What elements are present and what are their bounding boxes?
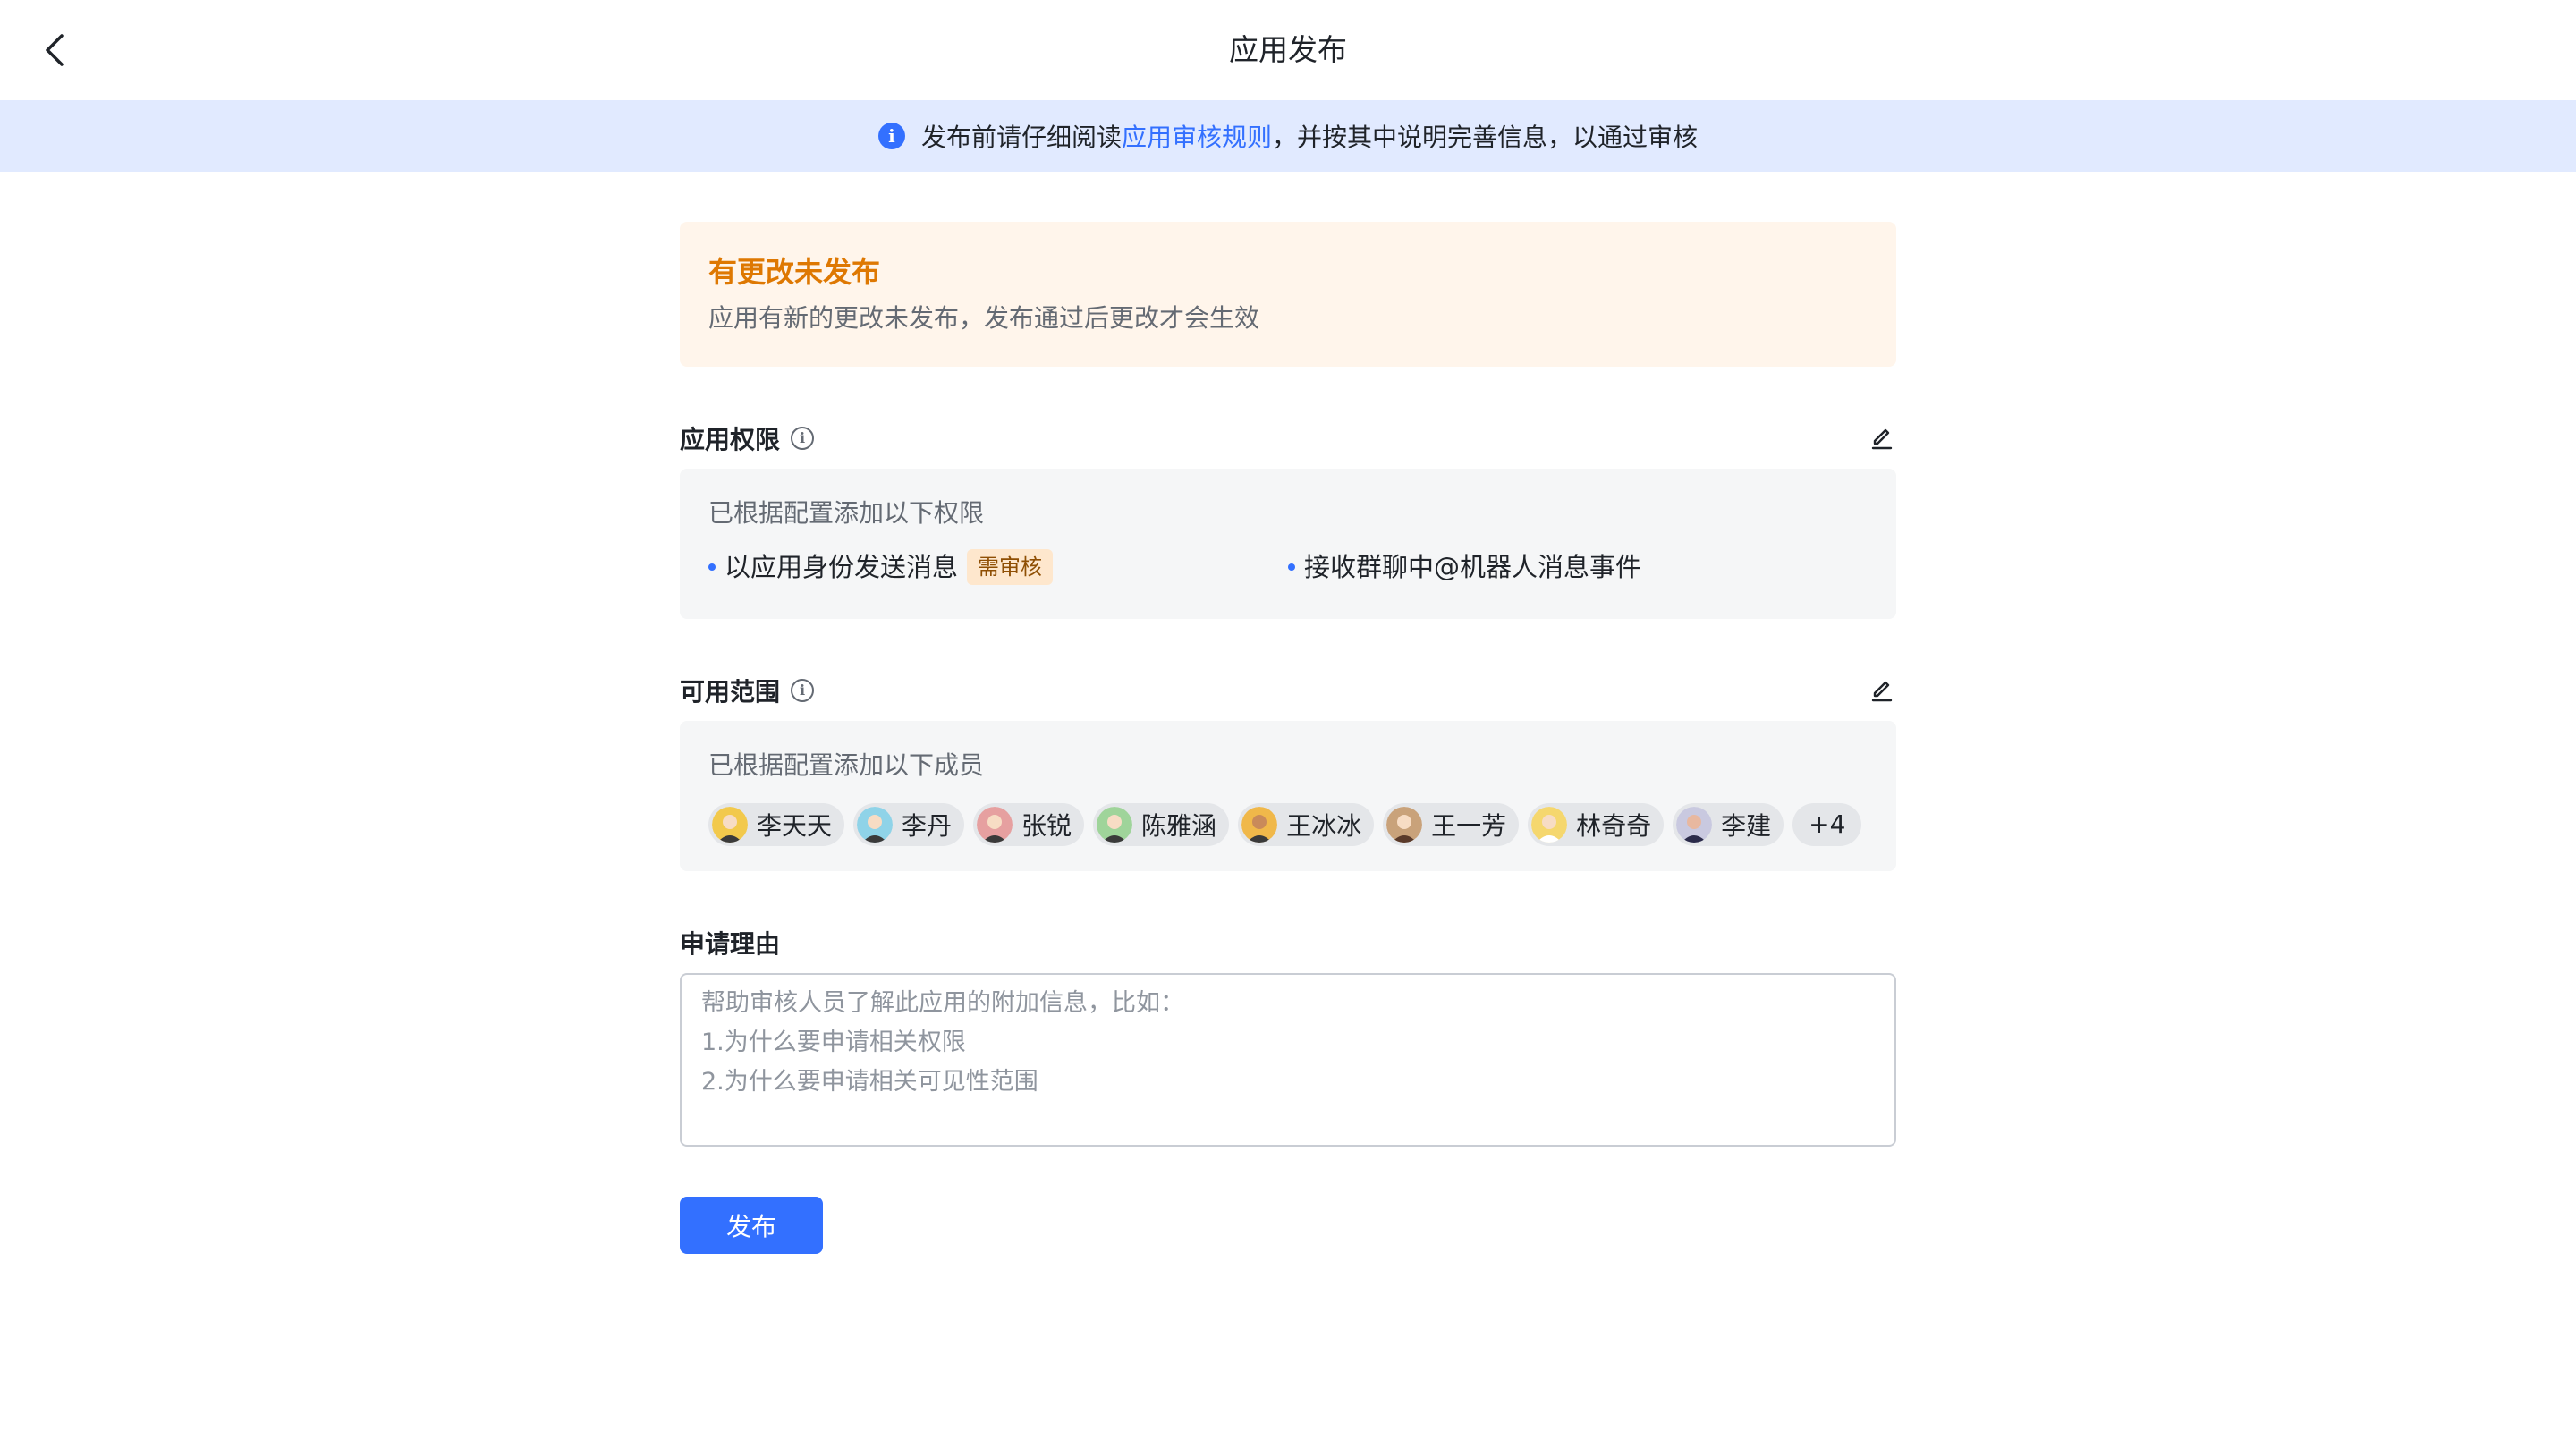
member-name: 王一芳 — [1431, 811, 1507, 841]
reason-header: 申请理由 — [680, 923, 1896, 962]
member-name: 张锐 — [1021, 811, 1072, 841]
top-bar: 应用发布 — [0, 0, 2576, 100]
member-name: 王冰冰 — [1286, 811, 1362, 841]
avatar — [1386, 807, 1423, 843]
review-rules-link[interactable]: 应用审核规则 — [1122, 118, 1272, 154]
avatar — [977, 807, 1013, 843]
member-name: 陈雅涵 — [1141, 811, 1217, 841]
permissions-list: 以应用身份发送消息 需审核 接收群聊中@机器人消息事件 — [708, 531, 1868, 596]
scope-panel: 已根据配置添加以下成员 李天天 李丹 张锐 陈雅涵 王冰冰 王一芳 林奇奇 李建… — [680, 721, 1896, 871]
avatar — [1676, 807, 1713, 843]
more-members-chip[interactable]: +4 — [1792, 803, 1862, 846]
permission-item: 接收群聊中@机器人消息事件 — [1288, 547, 1641, 587]
permissions-panel: 已根据配置添加以下权限 以应用身份发送消息 需审核 接收群聊中@机器人消息事件 — [680, 469, 1896, 619]
alert-title: 有更改未发布 — [708, 255, 881, 289]
edit-permissions-icon[interactable] — [1868, 424, 1896, 453]
member-name: 林奇奇 — [1576, 811, 1652, 841]
info-icon: i — [877, 123, 905, 149]
scope-caption: 已根据配置添加以下成员 — [708, 750, 985, 780]
publish-button[interactable]: 发布 — [680, 1197, 823, 1254]
avatar — [1097, 807, 1133, 843]
permissions-caption: 已根据配置添加以下权限 — [708, 498, 985, 528]
member-name: 李建 — [1721, 811, 1772, 841]
member-chip[interactable]: 王冰冰 — [1238, 803, 1375, 846]
notice-suffix: ，并按其中说明完善信息，以通过审核 — [1272, 123, 1699, 152]
member-chip[interactable]: 陈雅涵 — [1093, 803, 1230, 846]
member-chip[interactable]: 李建 — [1673, 803, 1784, 846]
bullet-dot — [708, 563, 716, 571]
member-list: 李天天 李丹 张锐 陈雅涵 王冰冰 王一芳 林奇奇 李建 +4 — [708, 801, 1868, 848]
notice-prefix: 发布前请仔细阅读 — [920, 123, 1122, 152]
permissions-header: 应用权限 i — [680, 419, 1896, 458]
main-content: 有更改未发布 应用有新的更改未发布，发布通过后更改才会生效 应用权限 i 已根据… — [680, 222, 1896, 1254]
member-name: 李丹 — [902, 811, 953, 841]
avatar — [1531, 807, 1568, 843]
member-chip[interactable]: 李丹 — [853, 803, 965, 846]
avatar — [1241, 807, 1278, 843]
permissions-label: 应用权限 — [680, 425, 781, 454]
reason-field-wrapper — [680, 973, 1896, 1147]
scope-label: 可用范围 — [680, 677, 781, 707]
page-title: 应用发布 — [1229, 32, 1347, 67]
member-chip[interactable]: 王一芳 — [1383, 803, 1520, 846]
bullet-dot — [1288, 563, 1295, 571]
permission-text: 接收群聊中@机器人消息事件 — [1304, 552, 1642, 582]
member-name: 李天天 — [757, 811, 833, 841]
avatar — [712, 807, 748, 843]
permission-item: 以应用身份发送消息 需审核 — [708, 547, 1054, 587]
scope-header: 可用范围 i — [680, 671, 1896, 710]
edit-scope-icon[interactable] — [1868, 676, 1896, 705]
notice-banner: i 发布前请仔细阅读 应用审核规则 ，并按其中说明完善信息，以通过审核 — [0, 100, 2576, 172]
member-chip[interactable]: 李天天 — [708, 803, 845, 846]
alert-description: 应用有新的更改未发布，发布通过后更改才会生效 — [708, 303, 1260, 333]
review-badge: 需审核 — [967, 549, 1054, 585]
member-chip[interactable]: 林奇奇 — [1528, 803, 1665, 846]
help-icon[interactable]: i — [791, 679, 815, 702]
member-chip[interactable]: 张锐 — [973, 803, 1085, 846]
help-icon[interactable]: i — [791, 427, 815, 450]
unpublished-alert: 有更改未发布 应用有新的更改未发布，发布通过后更改才会生效 — [680, 222, 1896, 367]
avatar — [857, 807, 894, 843]
reason-label: 申请理由 — [680, 929, 781, 959]
permission-text: 以应用身份发送消息 — [724, 552, 959, 582]
reason-textarea[interactable] — [701, 984, 1875, 1136]
